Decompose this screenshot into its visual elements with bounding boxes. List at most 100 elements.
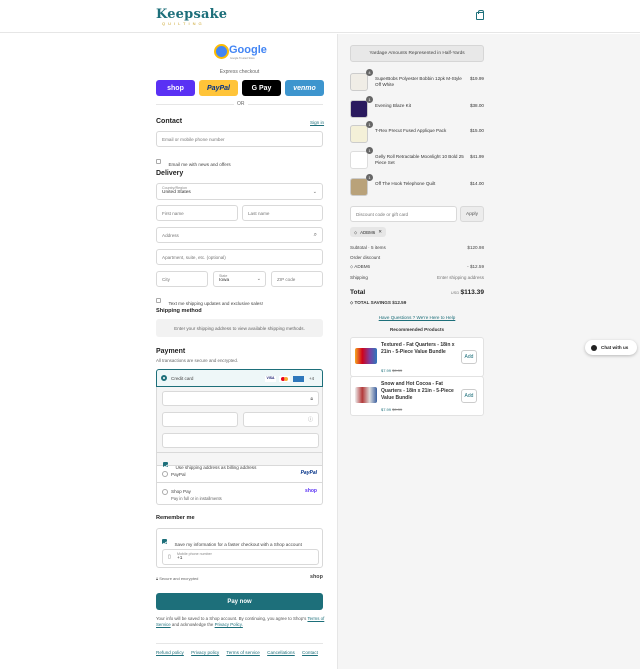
delivery-heading: Delivery (156, 170, 184, 177)
city-field[interactable]: City (156, 271, 208, 287)
recommended-heading: Recommended Products (389, 327, 445, 332)
cart-item: 1 Off The Hook Telephone Quilt $14.00 (350, 174, 484, 198)
phone-icon: ▯ (168, 554, 171, 560)
country-value: United States (162, 190, 191, 195)
mobile-phone-field[interactable]: ▯ Mobile phone number +1 (162, 549, 319, 565)
subtotal-value: $120.98 (467, 245, 484, 250)
item-thumbnail (350, 125, 368, 143)
credit-card-option[interactable]: Credit card VISA +4 (156, 369, 323, 387)
help-link[interactable]: Have Questions ? We're Here to Help (350, 315, 484, 320)
mastercard-icon (279, 376, 290, 382)
product-image (355, 387, 377, 403)
contact-link[interactable]: Contact (302, 650, 318, 655)
discount-code: ADBM6 (360, 229, 376, 235)
billing-row[interactable]: Use shipping address as billing address (156, 453, 323, 470)
item-thumbnail (350, 100, 368, 118)
chat-label: Chat with us (601, 345, 629, 350)
paypal-option[interactable]: PayPal PayPal (156, 466, 323, 483)
country-select[interactable]: Country/Region United States ⌄ (156, 183, 323, 200)
terms-line: Your info will be saved to a Shop accoun… (156, 616, 307, 621)
visa-icon: VISA (265, 376, 276, 382)
total-row: Total USD $113.39 (350, 289, 484, 296)
item-name: Off The Hook Telephone Quilt (375, 181, 436, 186)
chevron-down-icon: ⌄ (312, 189, 317, 195)
cart-icon[interactable] (476, 10, 484, 20)
shop-pay-button[interactable]: shop (156, 80, 195, 96)
or-label: OR (234, 101, 248, 107)
shipping-label: Shipping (350, 275, 368, 280)
privacy-policy-footer-link[interactable]: Privacy policy (191, 650, 219, 655)
sign-in-link[interactable]: Sign in (310, 120, 324, 125)
item-qty: 1 (366, 96, 373, 103)
product-name[interactable]: Textured - Fat Quarters - 18in x 21in - … (381, 342, 461, 356)
add-button[interactable]: Add (461, 350, 477, 364)
gpay-button[interactable]: G Pay (242, 80, 281, 96)
address-field[interactable]: Address ⌕ (156, 227, 323, 243)
text-updates-checkbox[interactable] (156, 298, 161, 304)
state-select[interactable]: State Iowa ⌄ (213, 271, 266, 287)
save-info-checkbox[interactable] (162, 539, 167, 545)
google-badge-sub: Google Trusted Store (230, 57, 255, 60)
search-icon: ⌕ (313, 231, 317, 238)
cart-item: 1 Gelly Roll Retractable Moonlight 10 Bo… (350, 147, 484, 171)
terms-footer-link[interactable]: Terms of service (226, 650, 259, 655)
email-field[interactable]: Email or mobile phone number (156, 131, 323, 147)
savings-label: TOTAL SAVINGS (354, 300, 391, 305)
card-number-field[interactable]: 🔒︎ (162, 391, 319, 406)
product-image (355, 348, 377, 364)
discount-code-label: ADBM6 (354, 264, 371, 269)
name-on-card-field[interactable] (162, 433, 319, 448)
item-qty: 1 (366, 121, 373, 128)
phone-value: +1 (177, 556, 183, 561)
tag-icon: ⬦ (354, 229, 358, 235)
news-checkbox-row[interactable]: Email me with news and offers (156, 153, 231, 171)
last-name-field[interactable]: Last name (242, 205, 323, 221)
state-value: Iowa (219, 278, 230, 283)
credit-card-radio[interactable] (161, 375, 167, 381)
apartment-field[interactable]: Apartment, suite, etc. (optional) (156, 249, 323, 265)
venmo-button[interactable]: venmo (285, 80, 324, 96)
paypal-button[interactable]: PayPal (199, 80, 238, 96)
apply-button[interactable]: Apply (460, 206, 484, 222)
security-code-field[interactable]: ⓘ (243, 412, 319, 427)
item-qty: 1 (366, 174, 373, 181)
subtotal-row: Subtotal · 5 items $120.98 (350, 245, 484, 250)
amex-icon (293, 376, 304, 382)
product-price: $7.99 $9.99 (381, 368, 402, 373)
help-icon: ⓘ (307, 417, 313, 423)
paypal-logo-icon: PayPal (300, 470, 317, 476)
footer-divider (156, 643, 323, 644)
shop-pay-option[interactable]: Shop Pay Pay in full or in installments … (156, 483, 323, 505)
add-button[interactable]: Add (461, 389, 477, 403)
expiry-field[interactable] (162, 412, 238, 427)
zip-field[interactable]: ZIP code (271, 271, 323, 287)
refund-policy-link[interactable]: Refund policy (156, 650, 184, 655)
discount-code-line: ⬦ ADBM6 (350, 264, 371, 269)
remember-box: Save my information for a faster checkou… (156, 528, 323, 568)
discount-tag: ⬦ ADBM6 ✕ (350, 227, 386, 237)
paypal-radio[interactable] (162, 471, 168, 477)
lock-icon: 🔒︎ (310, 395, 313, 402)
pay-now-button[interactable]: Pay now (156, 593, 323, 610)
chat-widget[interactable]: Chat with us (585, 340, 637, 355)
privacy-policy-link[interactable]: Privacy Policy. (215, 622, 243, 627)
item-price: $41.99 (469, 154, 484, 159)
remove-discount-icon[interactable]: ✕ (378, 229, 382, 235)
product-name[interactable]: Snow and Hot Cocoa - Fat Quarters - 18in… (381, 381, 461, 402)
discount-field[interactable]: Discount code or gift card (350, 206, 457, 222)
savings-value: $12.59 (392, 300, 407, 305)
item-price: $14.00 (469, 181, 484, 186)
discount-amount: - $12.59 (467, 264, 484, 269)
news-checkbox[interactable] (156, 159, 161, 165)
footer-links: Refund policy Privacy policy Terms of se… (156, 650, 318, 655)
shop-pay-radio[interactable] (162, 489, 168, 495)
brand-logo[interactable]: Keepsake (156, 7, 227, 22)
cancellations-link[interactable]: Cancellations (267, 650, 295, 655)
item-thumbnail (350, 151, 368, 169)
first-name-field[interactable]: First name (156, 205, 238, 221)
remember-heading: Remember me (156, 515, 195, 521)
item-price: $15.00 (469, 128, 484, 133)
order-discount-label: Order discount (350, 255, 381, 260)
save-info-label: Save my information for a faster checkou… (174, 542, 302, 547)
shop-pay-label: Shop Pay (171, 489, 191, 494)
